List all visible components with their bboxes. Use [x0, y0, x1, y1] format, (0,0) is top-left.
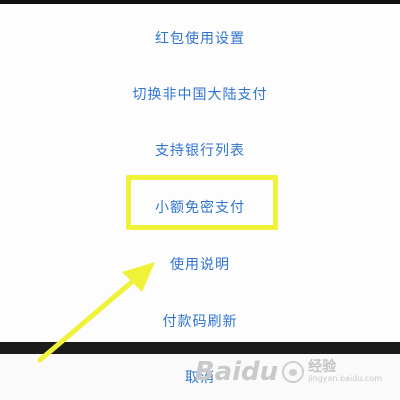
- menu-item-label: 切换非中国大陆支付: [132, 87, 268, 103]
- menu-item-red-packet-settings[interactable]: 红包使用设置: [0, 10, 400, 66]
- menu-item-supported-banks[interactable]: 支持银行列表: [0, 122, 400, 178]
- menu-item-switch-region-payment[interactable]: 切换非中国大陆支付: [0, 66, 400, 122]
- menu-item-refresh-payment-code[interactable]: 付款码刷新: [0, 293, 400, 349]
- menu-item-label: 支持银行列表: [155, 143, 245, 159]
- menu-item-label: 使用说明: [170, 257, 230, 273]
- paw-icon: [282, 361, 305, 383]
- menu-item-label: 红包使用设置: [155, 31, 245, 47]
- menu-item-label: 付款码刷新: [162, 314, 238, 330]
- action-sheet: 红包使用设置 切换非中国大陆支付 支持银行列表 小额免密支付 使用说明 付款码刷…: [0, 4, 400, 344]
- watermark-logo: Baidu: [194, 357, 279, 387]
- watermark-name: 经验: [308, 359, 337, 376]
- watermark-url: jingyan.baidu.com: [308, 374, 382, 384]
- menu-item-usage-instructions[interactable]: 使用说明: [0, 236, 400, 292]
- highlight-box: [126, 175, 278, 230]
- baidu-jingyan-watermark: Baidu 经验 jingyan.baidu.com: [195, 352, 382, 392]
